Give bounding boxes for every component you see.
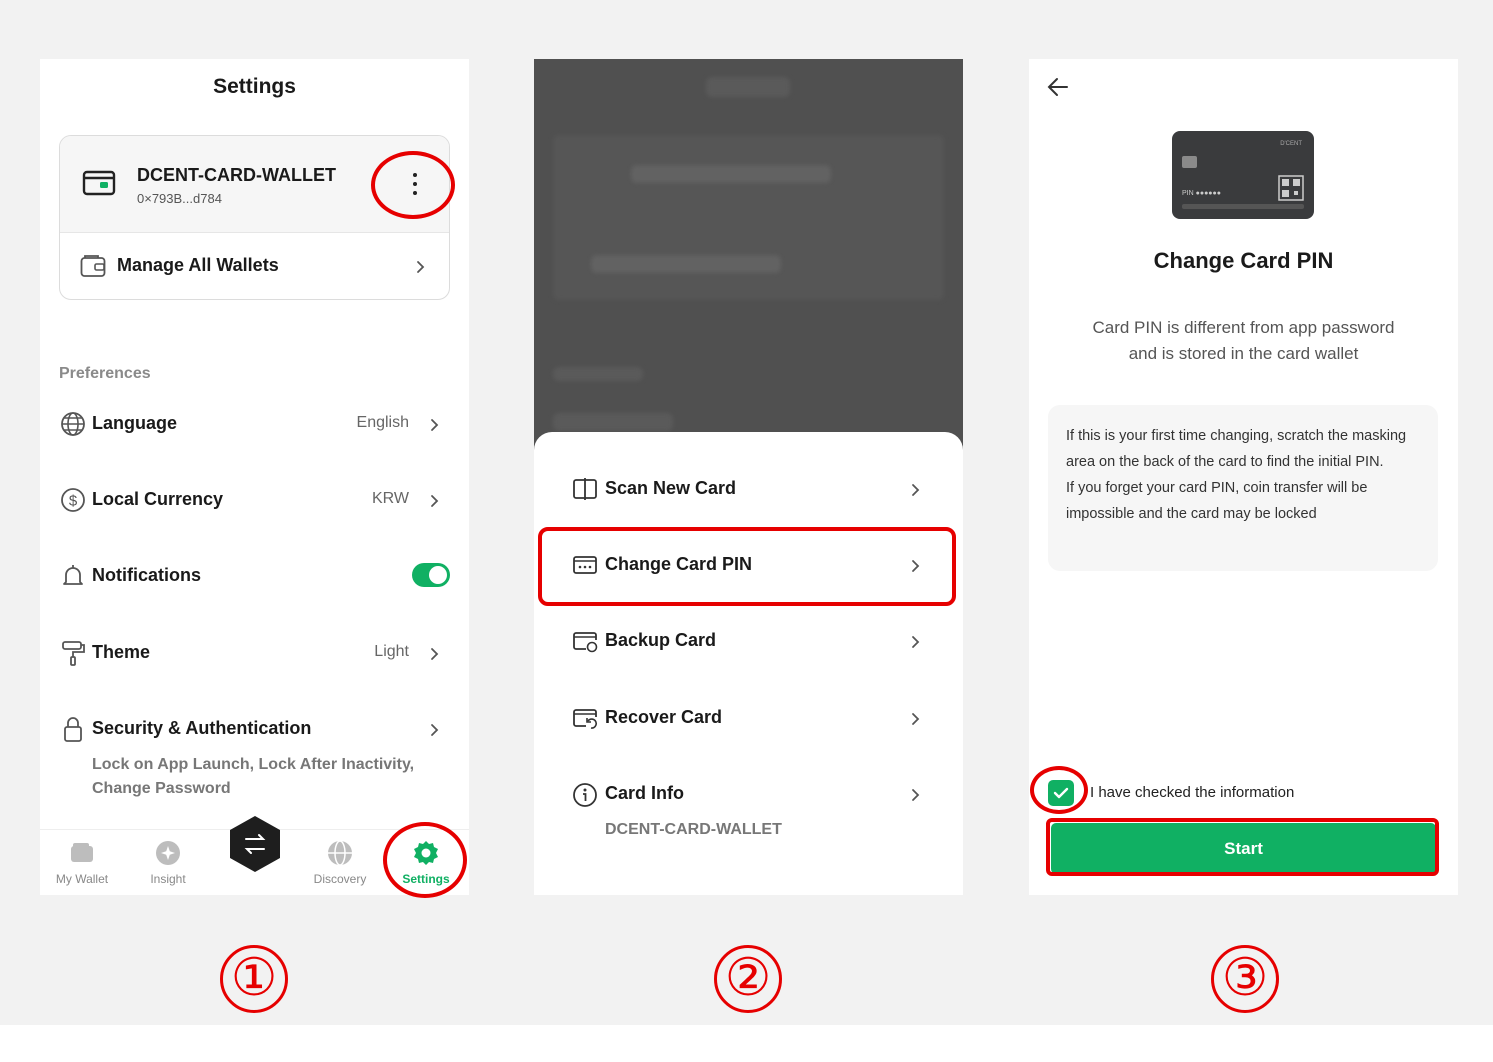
menu-scan-new-card[interactable]: Scan New Card [572, 470, 922, 510]
notifications-label: Notifications [92, 565, 202, 585]
notifications-row: Notifications [59, 557, 451, 597]
language-value: English [356, 414, 409, 431]
menu-recover-card[interactable]: Recover Card [572, 699, 922, 739]
highlight-box [538, 527, 956, 606]
scan-card-icon [572, 477, 598, 501]
recover-card-icon [572, 706, 598, 730]
globe-icon [327, 840, 353, 866]
lock-icon [60, 716, 86, 744]
info-text: If this is your first time changing, scr… [1066, 428, 1407, 470]
back-arrow-icon[interactable] [1046, 76, 1070, 98]
step-number: ② [714, 945, 782, 1013]
menu-label: Recover Card [605, 707, 723, 727]
swap-button[interactable] [227, 814, 283, 874]
description: Card PIN is different from app password … [1029, 315, 1458, 367]
bottom-strip [0, 1025, 1493, 1062]
local-currency-label: Local Currency [92, 489, 224, 509]
menu-label: Scan New Card [605, 478, 737, 498]
tab-label: My Wallet [55, 872, 109, 886]
section-label-preferences: Preferences [59, 365, 151, 382]
theme-row[interactable]: Theme Light [59, 634, 451, 674]
chevron-right-icon [908, 788, 922, 802]
tab-discovery[interactable]: Discovery [300, 840, 380, 886]
paint-roller-icon [60, 640, 86, 668]
tab-label: Discovery [313, 872, 367, 886]
card-info-subtitle: DCENT-CARD-WALLET [605, 821, 782, 838]
chevron-right-icon [908, 483, 922, 497]
card-menu-screen: Scan New Card Change Card PIN Backup Car… [534, 59, 963, 895]
security-description: Lock on App Launch, Lock After Inactivit… [92, 756, 415, 797]
svg-text:$: $ [69, 493, 78, 510]
confirm-checkbox-label: I have checked the information [1090, 784, 1295, 801]
chevron-right-icon [427, 418, 441, 432]
highlight-ring [1030, 766, 1088, 814]
chevron-right-icon [427, 647, 441, 661]
chevron-right-icon [908, 635, 922, 649]
theme-label: Theme [92, 642, 151, 662]
language-label: Language [92, 413, 178, 433]
manage-all-wallets-row[interactable]: Manage All Wallets [60, 234, 449, 299]
chevron-right-icon [413, 260, 427, 274]
local-currency-row[interactable]: $ Local Currency KRW [59, 481, 451, 521]
step-number: ① [220, 945, 288, 1013]
security-label: Security & Authentication [92, 718, 312, 738]
highlight-ring [371, 151, 455, 219]
bottom-sheet: Scan New Card Change Card PIN Backup Car… [534, 432, 963, 895]
description-line: and is stored in the card wallet [1128, 344, 1359, 363]
tab-insight[interactable]: Insight [128, 840, 208, 886]
highlight-ring [383, 822, 467, 898]
menu-card-info[interactable]: Card Info [572, 775, 922, 815]
globe-icon [60, 411, 86, 437]
chevron-right-icon [908, 712, 922, 726]
wallets-icon [80, 254, 106, 278]
wallet-address: 0×793B...d784 [137, 191, 222, 206]
description-line: Card PIN is different from app password [1092, 318, 1395, 337]
backup-card-icon [572, 629, 598, 653]
card-illustration: D'CENT PIN ●●●●●● [1172, 131, 1314, 219]
local-currency-value: KRW [371, 490, 409, 507]
chevron-right-icon [427, 494, 441, 508]
security-row[interactable]: Security & Authentication [59, 710, 451, 750]
bell-icon [60, 563, 86, 589]
chevron-right-icon [427, 723, 441, 737]
page-title: Change Card PIN [1153, 248, 1334, 273]
menu-label: Card Info [605, 783, 684, 803]
card-pin-text: PIN ●●●●●● [1182, 190, 1221, 197]
info-text: If you forget your card PIN, coin transf… [1066, 480, 1368, 522]
menu-label: Backup Card [605, 630, 717, 650]
menu-backup-card[interactable]: Backup Card [572, 622, 922, 662]
notifications-toggle[interactable] [412, 563, 450, 587]
theme-value: Light [374, 643, 409, 660]
sparkle-icon [155, 840, 181, 866]
manage-all-wallets-label: Manage All Wallets [117, 255, 279, 275]
info-icon [572, 782, 598, 808]
language-row[interactable]: Language English [59, 405, 451, 445]
wallet-icon [69, 840, 95, 866]
info-box: If this is your first time changing, scr… [1048, 405, 1438, 571]
page-title: Settings [213, 75, 296, 98]
change-pin-screen: D'CENT PIN ●●●●●● Change Card PIN Card P… [1029, 59, 1458, 895]
card-brand-text: D'CENT [1280, 141, 1302, 147]
step-number: ③ [1211, 945, 1279, 1013]
wallet-icon [82, 169, 116, 197]
tab-my-wallet[interactable]: My Wallet [42, 840, 122, 886]
tab-label: Insight [150, 872, 186, 886]
dollar-icon: $ [60, 487, 86, 513]
highlight-box [1046, 818, 1439, 876]
wallet-name: DCENT-CARD-WALLET [137, 165, 336, 185]
